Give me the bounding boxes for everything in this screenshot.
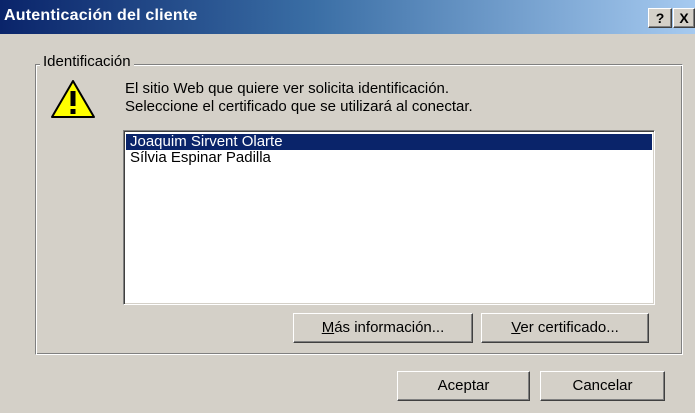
view-certificate-button[interactable]: Ver certificado...: [481, 313, 649, 343]
message-line-2: Seleccione el certificado que se utiliza…: [125, 98, 473, 115]
certificate-item-silvia[interactable]: Sílvia Espinar Padilla: [126, 150, 652, 166]
certificate-item-joaquim[interactable]: Joaquim Sirvent Olarte: [126, 134, 652, 150]
title-bar[interactable]: Autenticación del cliente ? X: [0, 0, 695, 34]
cancel-button[interactable]: Cancelar: [540, 371, 665, 401]
more-info-button[interactable]: Más información...: [293, 313, 473, 343]
more-info-accel: M: [321, 319, 335, 336]
close-button[interactable]: X: [673, 8, 695, 28]
message-text: El sitio Web que quiere ver solicita ide…: [125, 80, 625, 116]
dialog-window: Autenticación del cliente ? X Identifica…: [0, 0, 695, 413]
warning-icon: [51, 80, 95, 118]
group-label: Identificación: [40, 53, 134, 70]
ok-button[interactable]: Aceptar: [397, 371, 530, 401]
certificate-list[interactable]: Joaquim Sirvent Olarte Sílvia Espinar Pa…: [123, 130, 655, 305]
message-line-1: El sitio Web que quiere ver solicita ide…: [125, 80, 450, 97]
view-cert-label: er certificado...: [520, 319, 619, 336]
more-info-label: ás información...: [334, 319, 445, 336]
help-button[interactable]: ?: [648, 8, 672, 28]
window-title: Autenticación del cliente: [4, 7, 198, 24]
